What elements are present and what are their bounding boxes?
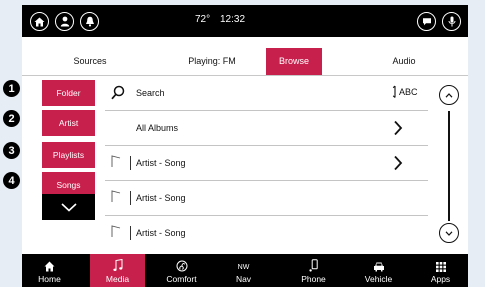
climate-icon [176,260,187,272]
microphone-icon [448,16,455,27]
list-item-song[interactable]: Artist - Song [105,146,428,181]
phone-icon [309,259,318,272]
tab-playing[interactable]: Playing: FM [172,41,252,80]
search-icon [111,85,125,100]
tab-browse[interactable]: Browse [266,41,322,80]
status-bar: 72° 12:32 [22,5,468,37]
nav-label: Phone [301,274,326,284]
music-note-icon [111,190,121,202]
nav-label: Home [38,274,61,284]
divider [130,226,131,240]
nav-label: Vehicle [364,274,393,284]
list-item-song[interactable]: Artist - Song [105,216,428,251]
profile-button[interactable] [55,12,74,31]
music-note-icon [111,225,121,237]
abc-jump-button[interactable]: ABC [392,84,418,100]
tab-sources[interactable]: Sources [60,41,120,80]
message-button[interactable] [417,12,436,31]
category-artist-button[interactable]: Artist [42,110,95,136]
badge-3: 3 [3,142,20,159]
category-playlists-button[interactable]: Playlists [42,142,95,168]
divider [130,156,131,170]
list-item-all-albums[interactable]: All Albums [105,111,428,146]
nav-phone[interactable]: Phone [286,254,341,287]
nav-nav[interactable]: NW Nav [216,254,271,287]
music-note-icon [112,259,122,271]
music-note-icon [111,155,121,167]
chevron-right-icon [394,155,403,171]
clock: 12:32 [220,14,246,25]
media-screen: 72° 12:32 Sources Playing: FM Browse Aud… [22,5,468,287]
nav-label: Media [105,274,130,284]
list-item-label: Artist - Song [136,193,186,203]
voice-button[interactable] [442,12,461,31]
nav-home[interactable]: Home [22,254,77,287]
list-item-label: Artist - Song [136,158,186,168]
notifications-button[interactable] [80,12,99,31]
list-item-song[interactable]: Artist - Song [105,181,428,216]
badge-1: 1 [3,80,20,97]
nav-label: Nav [235,274,252,284]
alpha-jump-icon [392,85,396,98]
user-icon [60,16,69,27]
nav-comfort[interactable]: Comfort [154,254,209,287]
home-icon [44,261,55,272]
more-categories-button[interactable] [42,194,95,220]
compass-icon: NW [238,254,250,272]
nav-vehicle[interactable]: Vehicle [351,254,406,287]
bell-icon [85,16,94,27]
chevron-down-icon [445,230,453,236]
nav-media[interactable]: Media [90,254,145,287]
search-row[interactable]: Search ABC [105,76,428,111]
tab-audio[interactable]: Audio [374,41,434,80]
car-icon [373,262,384,272]
badge-4: 4 [3,172,20,189]
divider [130,191,131,205]
scroll-down-button[interactable] [439,223,459,243]
list-item-label: All Albums [136,123,179,133]
apps-grid-icon [435,262,446,272]
category-folder-button[interactable]: Folder [42,80,95,106]
nav-apps[interactable]: Apps [413,254,468,287]
bottom-nav-bar: Home Media Comfort NW Nav Phone Vehicle … [22,254,468,287]
scrollbar-track[interactable] [448,111,450,221]
temperature-readout: 72° [195,14,211,25]
home-shortcut-button[interactable] [30,12,49,31]
nav-label: Apps [430,274,451,284]
chevron-right-icon [394,120,403,136]
compass-heading: NW [237,264,250,271]
chevron-down-icon [60,202,77,212]
nav-label: Comfort [166,274,197,284]
list-item-label: Artist - Song [136,228,186,238]
chevron-up-icon [445,92,453,98]
scroll-up-button[interactable] [439,85,459,105]
badge-2: 2 [3,110,20,127]
chat-bubble-icon [422,18,431,26]
search-label: Search [136,88,165,98]
home-icon [34,17,45,26]
abc-label: ABC [399,87,418,97]
